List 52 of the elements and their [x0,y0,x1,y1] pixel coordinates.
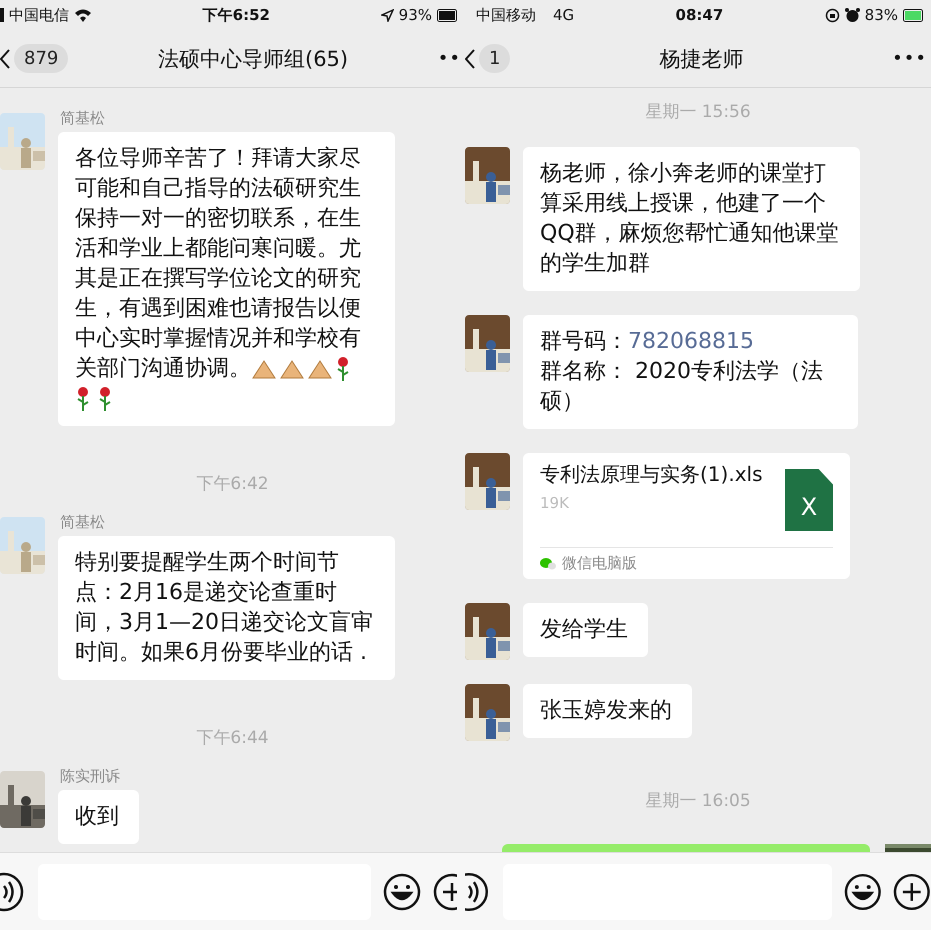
emoji-icon[interactable] [844,872,882,910]
message-bubble: 群号码：782068815 群名称： 2020专利法学（法硕） [523,315,858,429]
emoji-icon[interactable] [383,872,421,910]
spreadsheet-file-icon: X [785,469,833,531]
message-bubble: 杨老师，徐小奔老师的课堂打算采用线上授课，他建了一个QQ群，麻烦您帮忙通知他课堂的学生加群 [523,147,860,291]
location-arrow-icon [380,8,394,22]
unread-count: 879 [14,44,68,73]
voice-icon[interactable] [465,872,489,912]
network-type: 4G [553,6,574,24]
chat-title: 杨捷老师 [658,46,744,72]
plus-icon[interactable] [893,872,931,910]
unread-count: 1 [479,44,510,73]
back-icon[interactable] [0,48,10,68]
chat-bubbles-icon [540,558,556,570]
voice-icon[interactable] [0,872,24,912]
sender-name: 陈实刑诉 [60,767,121,786]
group-number-link[interactable]: 782068815 [628,329,754,354]
clock-time: 下午6:52 [202,6,270,24]
message-bubble: 特别要提醒学生两个时间节点：2月16是递交论查重时间，3月1—20日递交论文盲审时间。如果6月份要毕业的话 . [58,536,395,680]
file-name: 专利法原理与实务(1).xls [540,462,762,486]
message-bubble: 收到 [58,790,139,844]
more-button[interactable]: ••• [892,48,931,69]
sender-name: 简基松 [60,109,106,128]
sender-name: 简基松 [60,513,106,532]
battery-icon [903,8,926,22]
plus-icon[interactable] [433,872,457,910]
battery-icon [437,8,459,22]
file-card[interactable]: 专利法原理与实务(1).xls 19K X 微信电脑版 [523,453,850,579]
clock-time: 08:47 [676,6,724,24]
more-button[interactable]: •• [438,48,465,69]
message-bubble: 各位导师辛苦了！拜请大家尽可能和自己指导的法硕研究生保持一对一的密切联系，在生活和学业上都能问寒问暖。尤其是正在撰写学位论文的研究生，有遇到困难也请报告以便中心实时掌握情况并和学校有关部门沟通协调。 [58,132,395,426]
source-label: 微信电脑版 [562,554,637,573]
carrier-name: 中国电信 [9,6,69,24]
file-size: 19K [540,494,570,512]
rotation-lock-icon [824,8,840,22]
timestamp: 下午6:44 [196,728,269,748]
timestamp: 下午6:42 [196,474,269,494]
timestamp: 星期一 15:56 [645,102,751,122]
back-icon[interactable] [465,48,475,68]
timestamp: 星期一 16:05 [645,791,751,811]
rose-icon [335,356,351,382]
battery-percent: 83% [864,6,898,24]
battery-percent: 93% [398,6,432,24]
signal-icon [0,8,4,22]
chat-title: 法硕中心导师组(65) [157,46,350,72]
alarm-clock-icon [844,8,860,22]
wifi-icon [74,8,92,22]
message-bubble: 张玉婷发来的 [523,684,692,738]
message-bubble: 发给学生 [523,603,648,657]
carrier-name: 中国移动 [476,6,536,24]
rose-icon [97,386,113,412]
rose-icon [75,386,91,412]
